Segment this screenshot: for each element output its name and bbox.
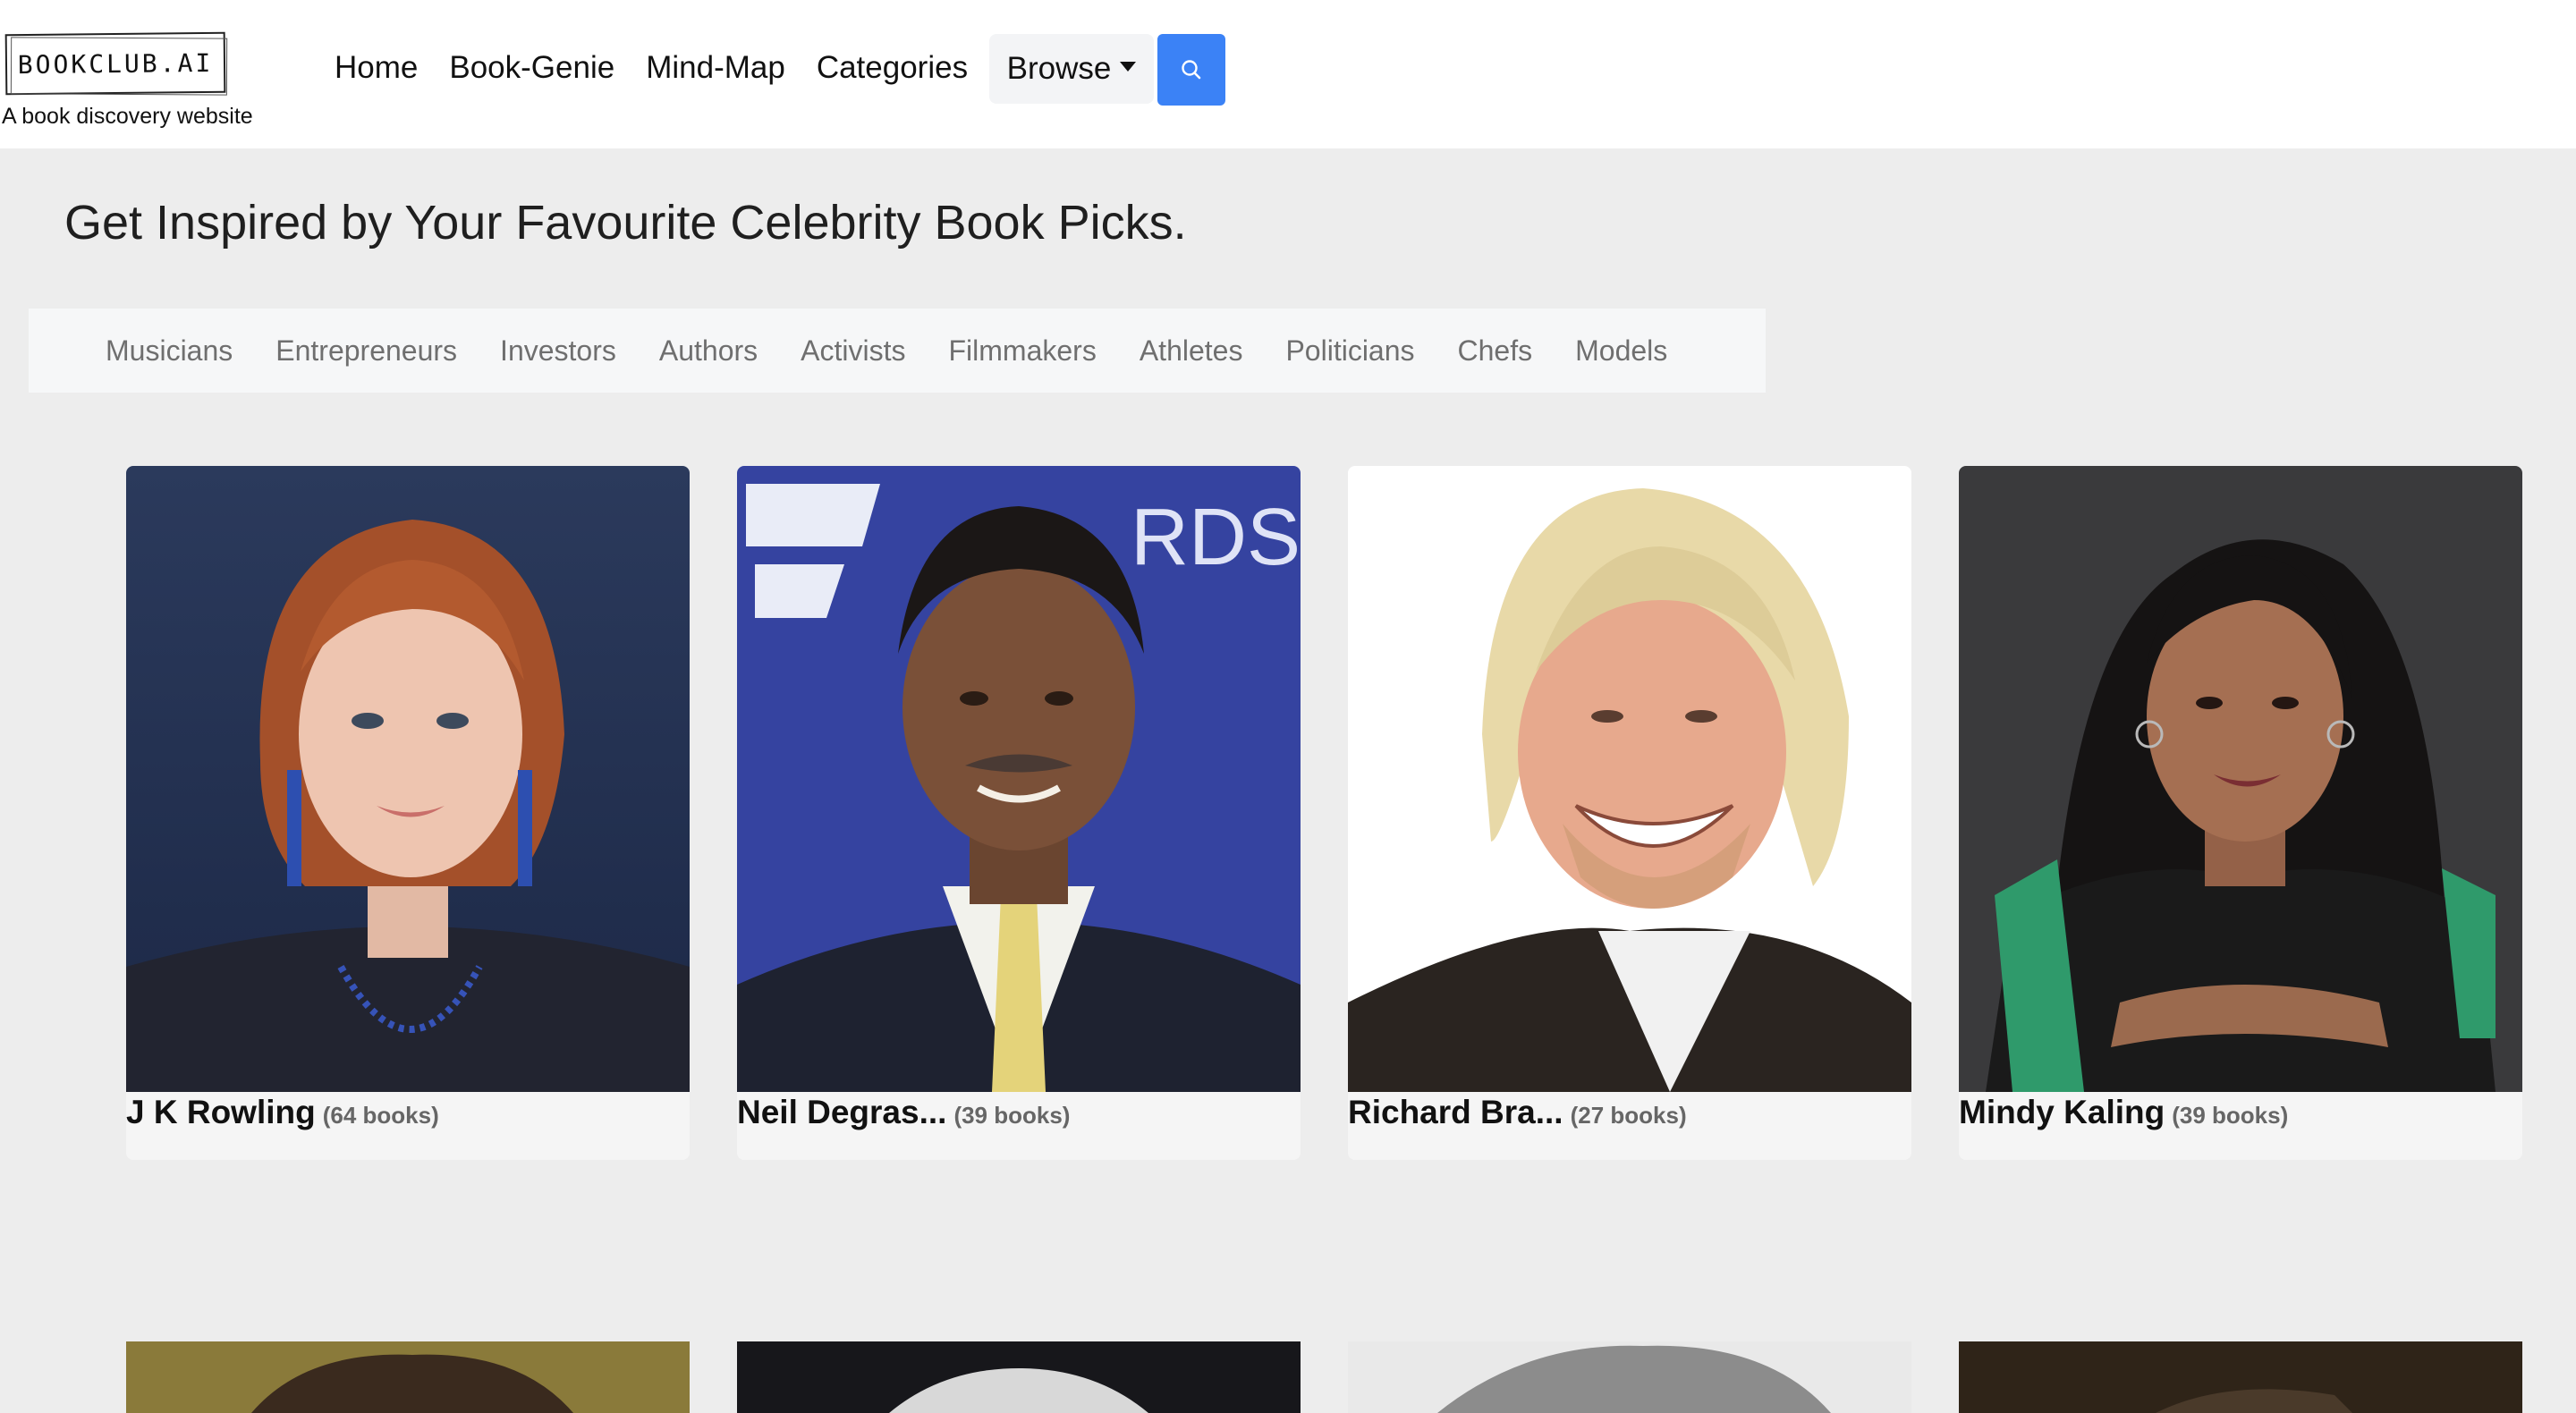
book-count: (39 books) [2172,1102,2289,1129]
celebrity-name[interactable]: Mindy Kaling [1959,1094,2165,1130]
celebrity-card-neil-degrasse-tyson[interactable]: RDS Neil Degras... (39 books) [737,466,1301,1160]
top-navbar: BOOKCLUB.AI A book discovery website Hom… [0,0,2576,148]
celebrity-photo[interactable] [1959,466,2522,1092]
category-tabs: Musicians Entrepreneurs Investors Author… [29,309,1766,393]
tab-activists[interactable]: Activists [801,334,905,368]
site-logo[interactable]: BOOKCLUB.AI [4,31,226,96]
book-count: (27 books) [1570,1102,1687,1129]
site-tagline: A book discovery website [2,104,253,129]
celebrity-card-partial[interactable] [126,1341,690,1413]
main-nav: Home Book-Genie Mind-Map Categories [335,47,999,89]
tab-politicians[interactable]: Politicians [1285,334,1414,368]
search-icon [1182,60,1201,80]
celebrity-card-partial[interactable] [1348,1341,1911,1413]
tab-chefs[interactable]: Chefs [1458,334,1533,368]
svg-text:RDS: RDS [1131,493,1301,582]
search-button[interactable] [1157,34,1225,106]
card-caption: Richard Bra... (27 books) [1348,1094,1687,1131]
nav-mind-map[interactable]: Mind-Map [646,47,785,89]
celebrity-photo[interactable]: RDS [737,466,1301,1092]
caret-down-icon [1120,61,1137,72]
page-title: Get Inspired by Your Favourite Celebrity… [64,196,1187,250]
browse-label: Browse [1006,51,1112,86]
celebrity-card-partial[interactable] [737,1341,1301,1413]
book-count: (64 books) [322,1102,439,1129]
nav-categories[interactable]: Categories [817,47,968,89]
celebrity-card-mindy-kaling[interactable]: Mindy Kaling (39 books) [1959,466,2522,1160]
tab-authors[interactable]: Authors [659,334,758,368]
celebrity-name[interactable]: Richard Bra... [1348,1094,1563,1130]
celebrity-card-partial[interactable] [1959,1341,2522,1413]
tab-musicians[interactable]: Musicians [106,334,233,368]
tab-models[interactable]: Models [1575,334,1667,368]
tab-filmmakers[interactable]: Filmmakers [949,334,1097,368]
celebrity-name[interactable]: J K Rowling [126,1094,316,1130]
celebrity-card-richard-branson[interactable]: Richard Bra... (27 books) [1348,466,1911,1160]
tab-investors[interactable]: Investors [500,334,616,368]
celebrity-name[interactable]: Neil Degras... [737,1094,946,1130]
card-caption: J K Rowling (64 books) [126,1094,439,1131]
browse-dropdown[interactable]: Browse [989,34,1154,104]
tab-athletes[interactable]: Athletes [1140,334,1243,368]
card-caption: Neil Degras... (39 books) [737,1094,1070,1131]
tab-entrepreneurs[interactable]: Entrepreneurs [275,334,457,368]
nav-book-genie[interactable]: Book-Genie [449,47,614,89]
celebrity-photo[interactable] [126,466,690,1092]
nav-home[interactable]: Home [335,47,418,89]
celebrity-card-jk-rowling[interactable]: J K Rowling (64 books) [126,466,690,1160]
celebrity-photo[interactable] [1348,466,1911,1092]
book-count: (39 books) [953,1102,1071,1129]
card-caption: Mindy Kaling (39 books) [1959,1094,2288,1131]
